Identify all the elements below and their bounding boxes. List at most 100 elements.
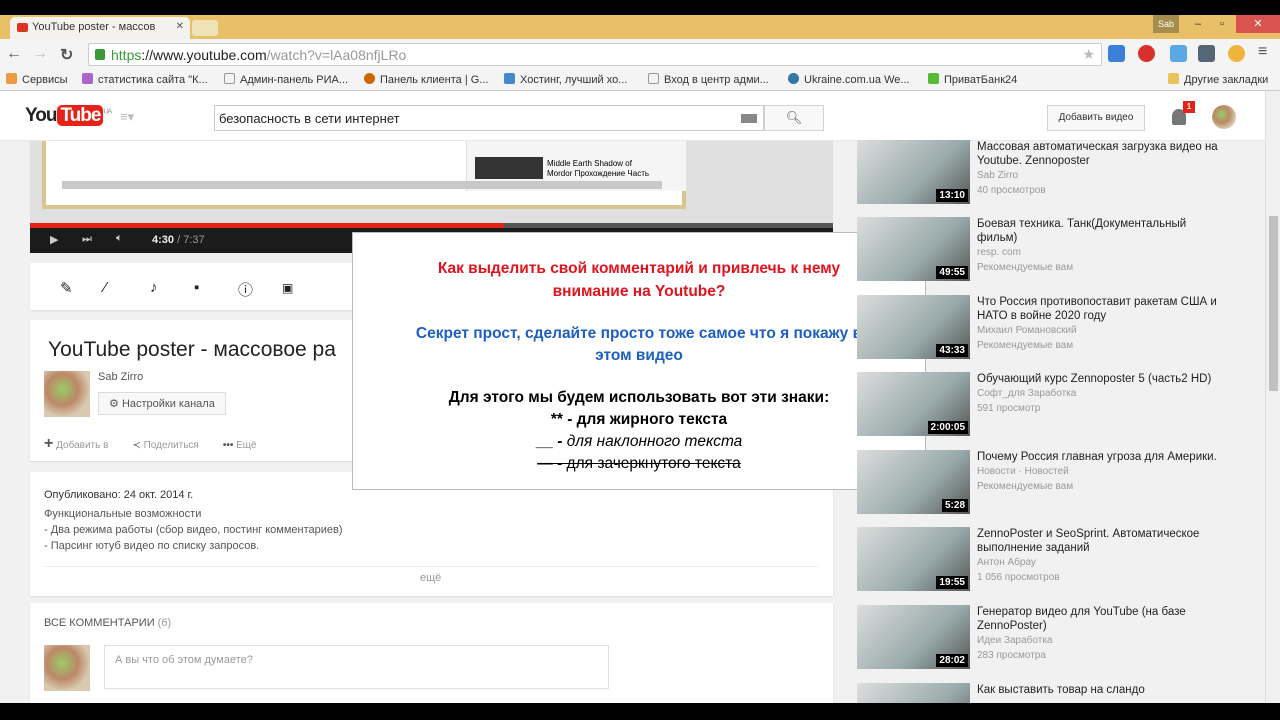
share-button[interactable]: ≺ Поделиться (132, 440, 198, 451)
duration-badge: 43:33 (936, 344, 968, 357)
extension-icon[interactable] (1228, 45, 1245, 62)
description-card: Опубликовано: 24 окт. 2014 г. Функционал… (30, 472, 833, 596)
keyboard-icon[interactable] (741, 114, 757, 123)
video-title[interactable]: Боевая техника. Танк(Документальный филь… (977, 217, 1227, 245)
extension-icon[interactable] (1198, 45, 1215, 62)
comments-header: ВСЕ КОММЕНТАРИИ (44, 617, 155, 629)
channel-name[interactable]: Sab Zirro (98, 371, 143, 383)
enhance-wand-icon[interactable]: ⁄ (104, 279, 107, 296)
info-icon[interactable]: ⓘ (238, 279, 253, 300)
video-title[interactable]: Массовая автоматическая загрузка видео н… (977, 140, 1227, 168)
other-bookmarks[interactable]: Другие закладки (1168, 73, 1268, 86)
close-tab-icon[interactable]: ✕ (176, 21, 184, 32)
channel-name: Антон Абрау (977, 557, 1036, 568)
page-scrollbar[interactable] (1265, 91, 1280, 703)
bookmark-item[interactable]: Ukraine.com.ua We... (788, 73, 910, 86)
bookmark-item[interactable]: Вход в центр адми... (648, 73, 769, 86)
minimize-button[interactable]: – (1186, 15, 1210, 33)
back-icon[interactable]: ← (6, 45, 22, 63)
bookmarks-bar: Сервисы статистика сайта "К... Админ-пан… (0, 69, 1280, 91)
youtube-favicon-icon (17, 23, 28, 32)
bookmark-item[interactable]: Сервисы (6, 73, 68, 86)
video-frame: Middle Earth Shadow of Mordor Прохождение… (42, 141, 686, 209)
video-title[interactable]: Как выставить товар на сландо (977, 683, 1227, 697)
related-video-item[interactable]: 5:28 Почему Россия главная угроза для Ам… (857, 450, 1237, 520)
related-video-item[interactable]: 28:02 Генератор видео для YouTube (на ба… (857, 605, 1237, 675)
scrollbar-thumb[interactable] (1269, 216, 1278, 391)
more-button[interactable]: ••• Ещё (223, 440, 257, 451)
duration-badge: 2:00:05 (927, 421, 968, 434)
channel-name: Новости · Новостей (977, 466, 1069, 477)
duration-badge: 49:55 (936, 266, 968, 279)
video-meta: Рекомендуемые вам (977, 340, 1074, 351)
next-icon[interactable]: ⏭ (82, 233, 92, 246)
related-video-item[interactable]: 2:00:05 Обучающий курс Zennoposter 5 (ча… (857, 372, 1237, 442)
extension-icon[interactable] (1138, 45, 1155, 62)
subtitles-icon[interactable]: ▣ (282, 281, 293, 295)
video-title[interactable]: Что Россия противопоставит ракетам США и… (977, 295, 1227, 323)
video-meta: Рекомендуемые вам (977, 262, 1074, 273)
close-window-button[interactable]: ✕ (1236, 15, 1280, 33)
channel-name: Михаил Романовский (977, 325, 1077, 336)
bookmark-item[interactable]: Админ-панель РИА... (224, 73, 348, 86)
upload-button[interactable]: Добавить видео (1047, 105, 1145, 131)
video-thumbnail[interactable]: 13:10 (857, 140, 970, 204)
edit-pencil-icon[interactable]: ✎ (60, 279, 73, 297)
guide-menu-icon[interactable]: ≡▾ (120, 109, 134, 125)
video-thumbnail[interactable]: 28:02 (857, 605, 970, 669)
audio-note-icon[interactable]: ♪ (150, 279, 158, 296)
video-meta: 1 056 просмотров (977, 572, 1060, 583)
video-meta: 40 просмотров (977, 185, 1046, 196)
account-avatar[interactable] (1212, 105, 1236, 129)
annotations-icon[interactable]: ▪ (194, 279, 199, 296)
related-video-item[interactable]: 49:55 Боевая техника. Танк(Документальны… (857, 217, 1237, 287)
video-title[interactable]: ZennoPoster и SeoSprint. Автоматическое … (977, 527, 1227, 555)
reload-icon[interactable]: ↻ (60, 45, 73, 65)
maximize-button[interactable]: ▫ (1210, 15, 1234, 33)
play-icon[interactable]: ▶ (50, 233, 58, 246)
channel-settings-button[interactable]: ⚙ Настройки канала (98, 392, 226, 415)
bookmark-item[interactable]: Хостинг, лучший хо... (504, 73, 627, 86)
bookmark-item[interactable]: ПриватБанк24 (928, 73, 1017, 86)
related-video-item[interactable]: 43:33 Что Россия противопоставит ракетам… (857, 295, 1237, 365)
video-thumbnail[interactable] (857, 683, 970, 703)
new-tab-button[interactable] (192, 20, 218, 36)
extension-icon[interactable] (1170, 45, 1187, 62)
channel-avatar[interactable] (44, 371, 90, 417)
video-thumbnail[interactable]: 49:55 (857, 217, 970, 281)
volume-icon[interactable]: 🔈︎ (116, 232, 123, 245)
video-thumbnail[interactable]: 5:28 (857, 450, 970, 514)
show-more-button[interactable]: ещё (420, 572, 441, 584)
menu-icon[interactable]: ≡ (1258, 43, 1267, 61)
video-thumbnail[interactable]: 2:00:05 (857, 372, 970, 436)
video-thumbnail[interactable]: 43:33 (857, 295, 970, 359)
video-annotation-overlay: Как выделить свой комментарий и привлечь… (352, 232, 926, 490)
user-chip[interactable]: Sab (1153, 15, 1179, 33)
video-thumbnail[interactable]: 19:55 (857, 527, 970, 591)
video-title[interactable]: Генератор видео для YouTube (на базе Zen… (977, 605, 1227, 633)
add-to-button[interactable]: + Добавить в (44, 435, 108, 452)
bookmark-item[interactable]: статистика сайта "К... (82, 73, 208, 86)
bookmark-item[interactable]: Панель клиента | G... (364, 73, 488, 86)
url-input[interactable]: https://www.youtube.com/watch?v=lAa08nfj… (88, 43, 1102, 66)
browser-tab[interactable]: YouTube poster - массов ✕ (10, 17, 190, 39)
forward-icon[interactable]: → (32, 45, 48, 63)
related-video-item[interactable]: Как выставить товар на сландо (857, 683, 1237, 703)
star-icon[interactable]: ★ (1082, 46, 1095, 63)
extension-icon[interactable] (1108, 45, 1125, 62)
video-title[interactable]: Почему Россия главная угроза для Америки… (977, 450, 1227, 464)
overlay-subheading: Секрет прост, сделайте просто тоже самое… (415, 325, 863, 364)
search-button[interactable]: 🔍︎ (764, 105, 824, 131)
share-icon: ≺ (132, 440, 141, 451)
comment-input[interactable]: А вы что об этом думаете? (104, 645, 609, 689)
duration-badge: 13:10 (936, 189, 968, 202)
video-meta: Рекомендуемые вам (977, 481, 1074, 492)
related-video-item[interactable]: 19:55 ZennoPoster и SeoSprint. Автоматич… (857, 527, 1237, 597)
related-video-item[interactable]: 13:10 Массовая автоматическая загрузка в… (857, 140, 1237, 210)
video-title: YouTube poster - массовое ра (48, 338, 336, 361)
youtube-logo[interactable]: You Tube UA (25, 105, 112, 127)
search-input[interactable]: безопасность в сети интернет (214, 105, 764, 131)
video-title[interactable]: Обучающий курс Zennoposter 5 (часть2 HD) (977, 372, 1227, 386)
description-text: Функциональные возможности - Два режима р… (44, 508, 343, 552)
channel-name: Sab Zirro (977, 170, 1019, 181)
